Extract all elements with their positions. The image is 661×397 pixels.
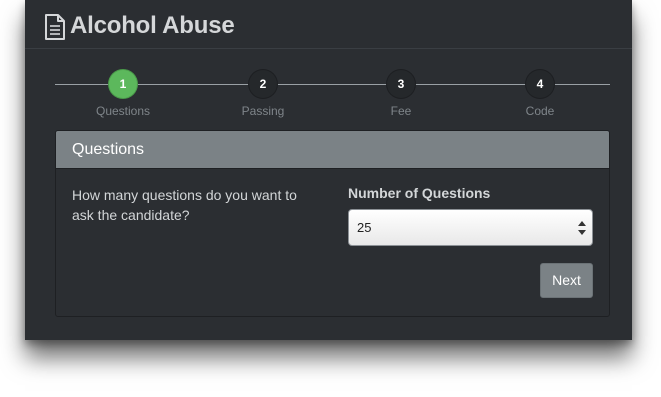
app-window: Alcohol Abuse 1 Questions 2 Passing 3 Fe… bbox=[25, 0, 632, 340]
step-label: Questions bbox=[95, 104, 151, 118]
page-header: Alcohol Abuse bbox=[25, 0, 632, 49]
wizard-steps: 1 Questions 2 Passing 3 Fee 4 Code bbox=[55, 70, 610, 120]
number-of-questions-select[interactable]: 25 bbox=[348, 209, 593, 246]
step-passing[interactable]: 2 Passing bbox=[213, 70, 313, 118]
step-questions[interactable]: 1 Questions bbox=[73, 70, 173, 118]
step-number: 4 bbox=[526, 70, 554, 98]
step-label: Fee bbox=[390, 104, 412, 118]
step-number: 3 bbox=[387, 70, 415, 98]
question-text: How many questions do you want to ask th… bbox=[72, 187, 297, 223]
panel-heading: Questions bbox=[56, 131, 609, 169]
document-icon bbox=[45, 14, 65, 40]
questions-panel: Questions How many questions do you want… bbox=[55, 130, 610, 317]
step-number: 2 bbox=[249, 70, 277, 98]
step-label: Passing bbox=[241, 104, 285, 118]
step-fee[interactable]: 3 Fee bbox=[351, 70, 451, 118]
number-of-questions-label: Number of Questions bbox=[348, 185, 491, 201]
step-code[interactable]: 4 Code bbox=[490, 70, 590, 118]
next-button[interactable]: Next bbox=[540, 263, 593, 298]
select-value: 25 bbox=[357, 220, 372, 235]
page-title: Alcohol Abuse bbox=[70, 12, 235, 39]
select-arrows-icon bbox=[578, 221, 586, 235]
step-label: Code bbox=[525, 104, 555, 118]
step-number: 1 bbox=[109, 70, 137, 98]
